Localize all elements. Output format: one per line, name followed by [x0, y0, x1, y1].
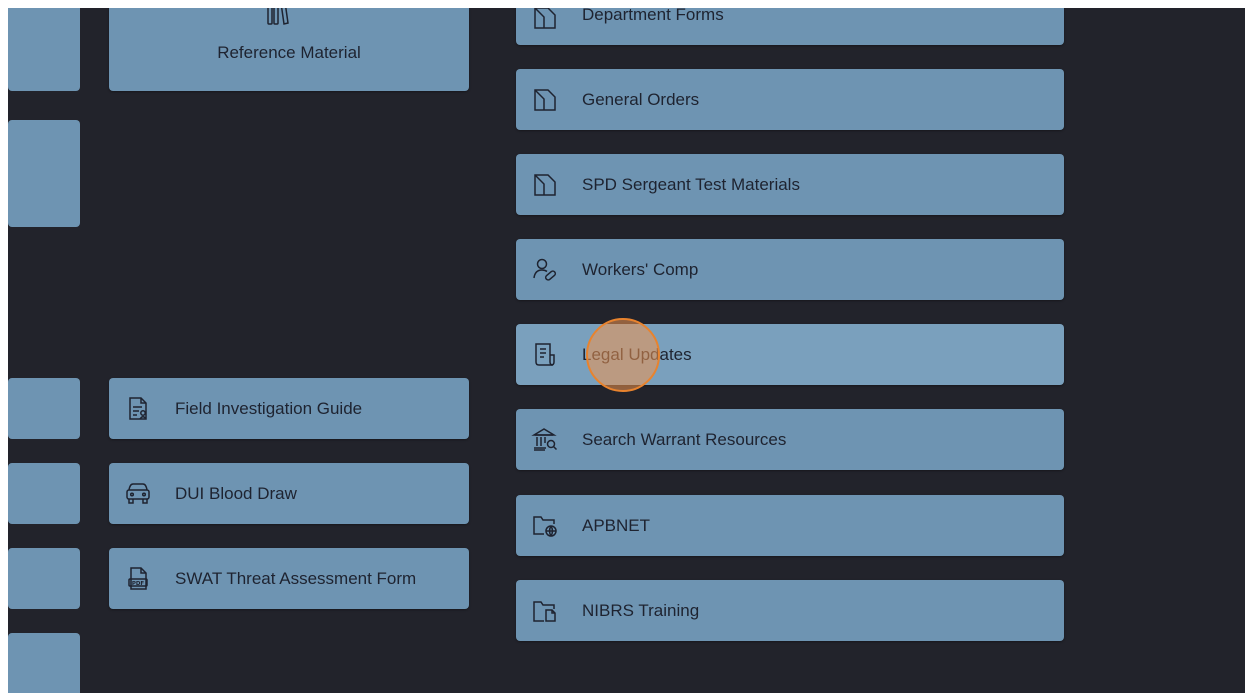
tile-workers-comp[interactable]: Workers' Comp: [516, 239, 1064, 300]
folded-doc-icon: [530, 85, 560, 115]
tile-spd-sergeant-test-materials[interactable]: SPD Sergeant Test Materials: [516, 154, 1064, 215]
tile-label: DUI Blood Draw: [175, 483, 297, 503]
tile-label: Field Investigation Guide: [175, 398, 363, 418]
left-tile-partial[interactable]: [8, 548, 80, 609]
left-tile-partial[interactable]: [8, 8, 80, 91]
left-tile-partial[interactable]: [8, 633, 80, 693]
courthouse-search-icon: [530, 425, 560, 455]
person-bandage-icon: [530, 255, 560, 285]
tile-search-warrant-resources[interactable]: Search Warrant Resources: [516, 409, 1064, 470]
tile-label: Legal Updates: [582, 344, 692, 364]
tile-label: Department Forms: [582, 8, 724, 24]
tile-label: SPD Sergeant Test Materials: [582, 174, 800, 194]
car-icon: [123, 479, 153, 509]
tile-field-investigation-guide[interactable]: Field Investigation Guide: [109, 378, 469, 439]
tile-label: General Orders: [582, 89, 700, 109]
folder-globe-icon: [530, 511, 560, 541]
tile-label: Search Warrant Resources: [582, 429, 787, 449]
tile-reference-material[interactable]: Reference Material: [109, 8, 469, 91]
left-tile-partial[interactable]: [8, 120, 80, 227]
document-list-icon: [530, 340, 560, 370]
tile-nibrs-training[interactable]: NIBRS Training: [516, 580, 1064, 641]
svg-text:PDF: PDF: [132, 580, 145, 586]
folder-doc-icon: [530, 596, 560, 626]
tile-label: NIBRS Training: [582, 600, 700, 620]
folded-doc-icon: [530, 170, 560, 200]
document-person-icon: [123, 394, 153, 424]
tile-label: Workers' Comp: [582, 259, 699, 279]
pdf-file-icon: PDF: [123, 564, 153, 594]
left-tile-partial[interactable]: [8, 378, 80, 439]
tile-label: Reference Material: [217, 43, 361, 62]
tile-label: SWAT Threat Assessment Form: [175, 568, 417, 588]
tile-department-forms[interactable]: Department Forms: [516, 8, 1064, 45]
tile-apbnet[interactable]: APBNET: [516, 495, 1064, 556]
tile-legal-updates[interactable]: Legal Updates: [516, 324, 1064, 385]
books-icon: [267, 8, 289, 25]
left-tile-partial[interactable]: [8, 463, 80, 524]
dashboard-canvas: Reference Material Field Investigation G…: [8, 8, 1245, 693]
tile-general-orders[interactable]: General Orders: [516, 69, 1064, 130]
tile-label: APBNET: [582, 515, 651, 535]
folded-doc-icon: [530, 8, 560, 33]
tile-swat-threat-assessment-form[interactable]: PDF SWAT Threat Assessment Form: [109, 548, 469, 609]
tile-dui-blood-draw[interactable]: DUI Blood Draw: [109, 463, 469, 524]
